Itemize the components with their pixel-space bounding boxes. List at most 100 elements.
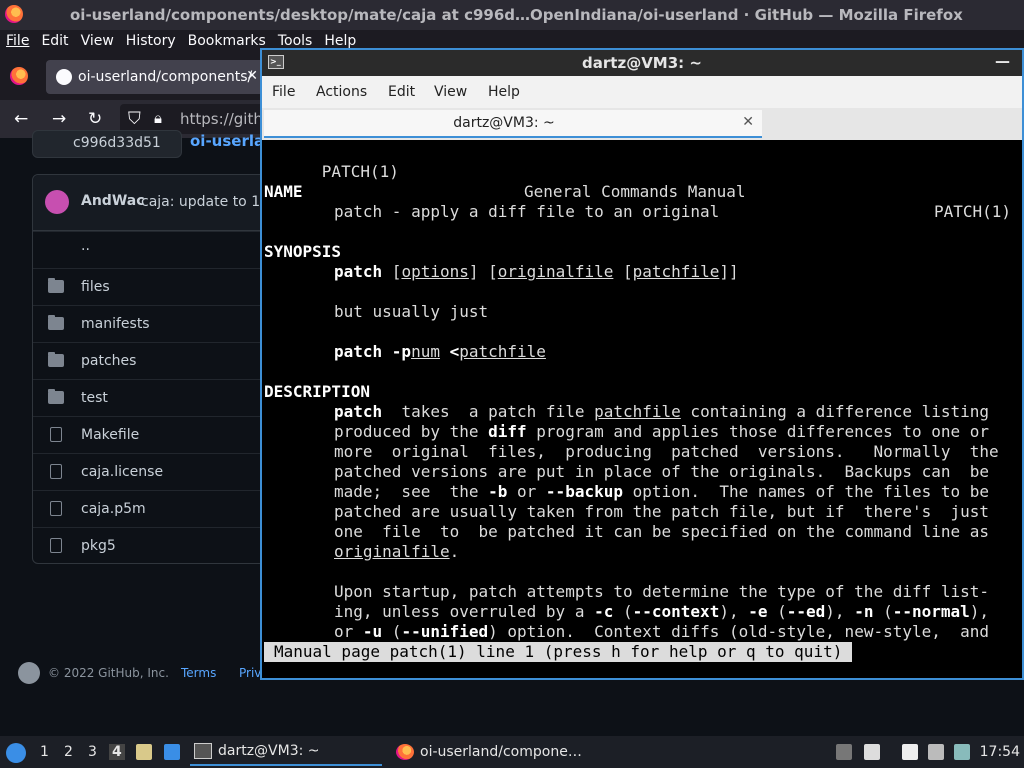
man-section-heading: DESCRIPTION xyxy=(264,382,370,401)
github-logo-icon[interactable] xyxy=(18,662,40,684)
man-header-center: General Commands Manual xyxy=(524,182,746,201)
term-menu-view[interactable]: View xyxy=(434,84,467,100)
back-icon[interactable]: ← xyxy=(14,109,28,129)
man-description-line: one file to be patched it can be specifi… xyxy=(334,522,990,541)
entry-name[interactable]: caja.license xyxy=(81,464,163,480)
branch-name: c996d33d51 xyxy=(73,135,161,151)
reload-icon[interactable]: ↻ xyxy=(88,109,102,129)
man-description-line: Upon startup, patch attempts to determin… xyxy=(334,582,990,601)
entry-name[interactable]: caja.p5m xyxy=(81,501,146,517)
volume-icon[interactable] xyxy=(864,744,880,760)
update-icon[interactable] xyxy=(954,744,970,760)
workspace-3[interactable]: 3 xyxy=(88,744,97,760)
taskbar-app-firefox[interactable]: oi-userland/compone… xyxy=(392,738,592,766)
tab-close-icon[interactable]: ✕ xyxy=(246,68,258,84)
entry-name[interactable]: patches xyxy=(81,353,136,369)
folder-icon xyxy=(48,389,64,404)
list-item[interactable]: test xyxy=(33,379,273,416)
term-menu-help[interactable]: Help xyxy=(488,84,520,100)
list-item[interactable]: files xyxy=(33,268,273,305)
menu-history[interactable]: History xyxy=(120,33,182,49)
man-page-content[interactable]: PATCH(1) General Commands Manual PATCH(1… xyxy=(264,142,1022,678)
start-menu-icon[interactable] xyxy=(6,743,26,763)
parent-dir-link[interactable]: .. xyxy=(81,238,90,254)
list-item[interactable]: caja.p5m xyxy=(33,490,273,527)
file-browser: AndWac caja: update to 1.26 .. files man… xyxy=(32,174,282,564)
man-description-line: produced by the diff program and applies… xyxy=(334,422,990,441)
terminal-tab-title: dartz@VM3: ~ xyxy=(453,115,555,131)
url-text[interactable]: https://gith xyxy=(180,110,263,128)
network-icon[interactable] xyxy=(928,744,944,760)
man-description-line: or -u (--unified) option. Context diffs … xyxy=(334,622,990,641)
man-usually: but usually just xyxy=(334,302,489,321)
latest-commit: AndWac caja: update to 1.26 xyxy=(33,175,282,231)
firefox-view-icon[interactable] xyxy=(10,67,28,85)
file-icon xyxy=(50,501,62,516)
man-description-line: originalfile. xyxy=(334,542,460,561)
branch-selector[interactable]: c996d33d51 xyxy=(32,130,182,158)
shield-icon[interactable]: ⛉ xyxy=(128,109,141,129)
taskbar-app-label: oi-userland/compone… xyxy=(420,744,582,760)
file-icon xyxy=(50,464,62,479)
entry-name[interactable]: Makefile xyxy=(81,427,139,443)
man-header: PATCH(1) General Commands Manual PATCH(1… xyxy=(264,142,1011,221)
term-menu-file[interactable]: File xyxy=(272,84,295,100)
parent-dir-row[interactable]: .. xyxy=(33,231,273,268)
file-manager-icon[interactable] xyxy=(136,744,152,760)
workspace-4[interactable]: 4 xyxy=(109,744,125,760)
menu-tools[interactable]: Tools xyxy=(272,33,319,49)
terms-link[interactable]: Terms xyxy=(181,666,216,680)
minimize-icon[interactable]: — xyxy=(995,52,1010,70)
man-synopsis: patch [options] [originalfile [patchfile… xyxy=(334,262,739,281)
entry-name[interactable]: files xyxy=(81,279,110,295)
menu-bookmarks[interactable]: Bookmarks xyxy=(182,33,272,49)
man-header-left: PATCH(1) xyxy=(321,162,399,181)
menu-help[interactable]: Help xyxy=(318,33,362,49)
list-item[interactable]: Makefile xyxy=(33,416,273,453)
firefox-logo-icon xyxy=(5,5,23,23)
man-status-line: Manual page patch(1) line 1 (press h for… xyxy=(264,642,853,662)
taskbar-app-terminal[interactable]: dartz@VM3: ~ xyxy=(190,738,382,766)
menu-view[interactable]: View xyxy=(75,33,120,49)
file-icon xyxy=(50,538,62,553)
taskbar-app-label: dartz@VM3: ~ xyxy=(218,743,320,759)
entry-name[interactable]: test xyxy=(81,390,108,406)
github-favicon-icon xyxy=(56,69,72,85)
man-description-line: patch takes a patch file patchfile conta… xyxy=(334,402,990,421)
terminal-title: dartz@VM3: ~ xyxy=(582,54,702,72)
clipboard-icon[interactable] xyxy=(902,744,918,760)
show-desktop-icon[interactable] xyxy=(164,744,180,760)
menu-file[interactable]: File xyxy=(0,33,35,49)
list-item[interactable]: caja.license xyxy=(33,453,273,490)
tray-icon[interactable] xyxy=(836,744,852,760)
terminal-window[interactable]: >_ dartz@VM3: ~ — File Actions Edit View… xyxy=(260,48,1024,680)
terminal-tab[interactable]: dartz@VM3: ~ ✕ xyxy=(264,110,762,138)
list-item[interactable]: patches xyxy=(33,342,273,379)
man-description-line: more original files, producing patched v… xyxy=(334,442,999,461)
firefox-icon xyxy=(396,744,414,760)
man-description-line: made; see the -b or --backup option. The… xyxy=(334,482,990,501)
entry-name[interactable]: manifests xyxy=(81,316,150,332)
entry-name[interactable]: pkg5 xyxy=(81,538,116,554)
clock[interactable]: 17:54 xyxy=(980,744,1020,760)
terminal-title-bar[interactable]: >_ dartz@VM3: ~ — xyxy=(262,50,1022,76)
man-usage: patch -pnum <patchfile xyxy=(334,342,546,361)
browser-tab[interactable]: oi-userland/components/ ✕ xyxy=(46,60,266,94)
list-item[interactable]: manifests xyxy=(33,305,273,342)
list-item[interactable]: pkg5 xyxy=(33,527,273,564)
menu-edit[interactable]: Edit xyxy=(35,33,74,49)
repo-breadcrumb-link[interactable]: oi-userla xyxy=(190,132,264,150)
folder-icon xyxy=(48,352,64,367)
man-section-heading: SYNOPSIS xyxy=(264,242,342,261)
folder-icon xyxy=(48,278,64,293)
commit-author[interactable]: AndWac xyxy=(81,193,145,209)
workspace-1[interactable]: 1 xyxy=(40,744,49,760)
workspace-2[interactable]: 2 xyxy=(64,744,73,760)
lock-icon[interactable]: 🔒︎ xyxy=(154,109,162,127)
forward-icon[interactable]: → xyxy=(52,109,66,129)
avatar[interactable] xyxy=(45,190,69,214)
term-menu-actions[interactable]: Actions xyxy=(316,84,367,100)
privacy-link[interactable]: Priv xyxy=(239,666,261,680)
term-menu-edit[interactable]: Edit xyxy=(388,84,415,100)
terminal-tab-close-icon[interactable]: ✕ xyxy=(742,114,754,130)
